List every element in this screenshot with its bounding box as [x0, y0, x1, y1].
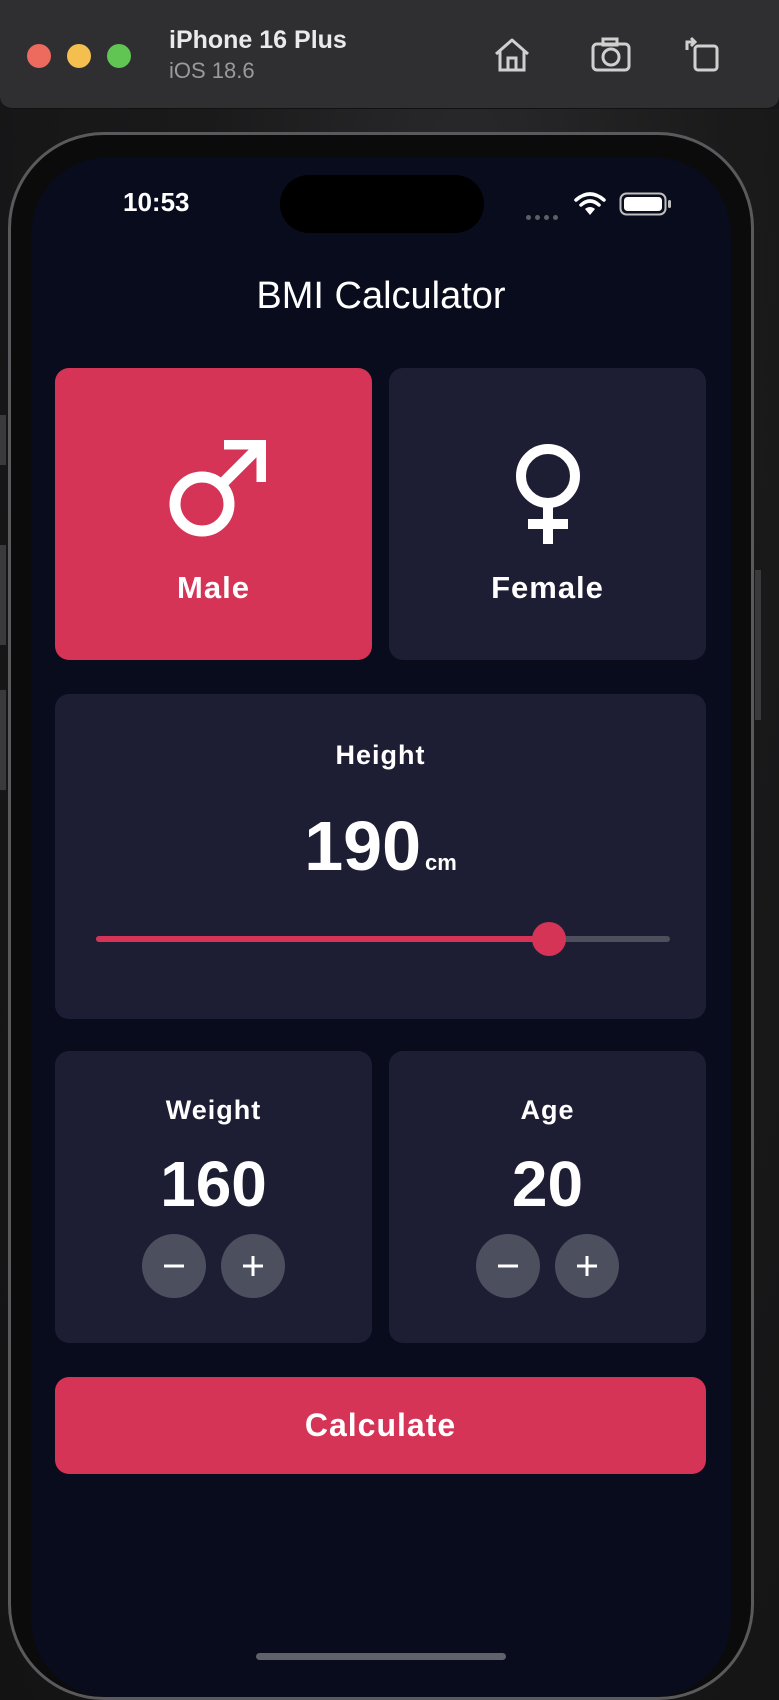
minus-icon: [498, 1264, 518, 1268]
height-slider[interactable]: [96, 922, 670, 956]
female-card[interactable]: Female: [389, 368, 706, 660]
volume-up-button: [0, 545, 6, 645]
status-time: 10:53: [123, 187, 190, 217]
male-card[interactable]: Male: [55, 368, 372, 660]
cellular-signal-icon: [526, 207, 562, 225]
male-icon: [55, 440, 372, 544]
action-button: [0, 415, 6, 465]
simulator-title-bar: iPhone 16 Plus iOS 18.6: [0, 0, 779, 109]
weight-value: 160: [160, 1148, 267, 1220]
close-window-button[interactable]: [27, 44, 51, 68]
wifi-icon: [574, 191, 606, 217]
age-increment-button[interactable]: [555, 1234, 619, 1298]
weight-label: Weight: [165, 1095, 262, 1125]
screenshot-icon[interactable]: [589, 32, 633, 76]
rotate-icon[interactable]: [681, 32, 725, 76]
height-card: Height 190 cm: [55, 694, 706, 1019]
weight-decrement-button[interactable]: [142, 1234, 206, 1298]
plus-icon: [577, 1256, 597, 1276]
plus-icon: [243, 1256, 263, 1276]
battery-icon: [619, 192, 673, 216]
app-title: BMI Calculator: [256, 275, 506, 317]
zoom-window-button[interactable]: [107, 44, 131, 68]
height-unit: cm: [425, 850, 457, 875]
female-icon: [389, 440, 706, 544]
weight-increment-button[interactable]: [221, 1234, 285, 1298]
phone-screen: 10:53 BMI Calculator Male Female Height …: [31, 157, 731, 1697]
calculate-button[interactable]: Calculate: [55, 1377, 706, 1474]
os-version: iOS 18.6: [169, 58, 255, 83]
height-value: 190: [304, 807, 421, 885]
side-button: [755, 570, 761, 720]
height-label: Height: [335, 740, 426, 770]
female-label: Female: [491, 570, 604, 605]
device-name: iPhone 16 Plus: [169, 26, 347, 54]
dynamic-island: [280, 175, 484, 233]
home-indicator[interactable]: [256, 1653, 506, 1660]
height-slider-fill: [96, 936, 550, 942]
volume-down-button: [0, 690, 6, 790]
age-decrement-button[interactable]: [476, 1234, 540, 1298]
age-value: 20: [511, 1148, 584, 1220]
height-slider-thumb[interactable]: [532, 922, 567, 956]
height-readout: 190 cm: [55, 806, 706, 886]
minimize-window-button[interactable]: [67, 44, 91, 68]
age-label: Age: [520, 1095, 575, 1125]
minus-icon: [164, 1264, 184, 1268]
age-card: Age 20: [389, 1051, 706, 1343]
home-icon[interactable]: [490, 32, 534, 76]
male-label: Male: [177, 570, 250, 605]
weight-card: Weight 160: [55, 1051, 372, 1343]
